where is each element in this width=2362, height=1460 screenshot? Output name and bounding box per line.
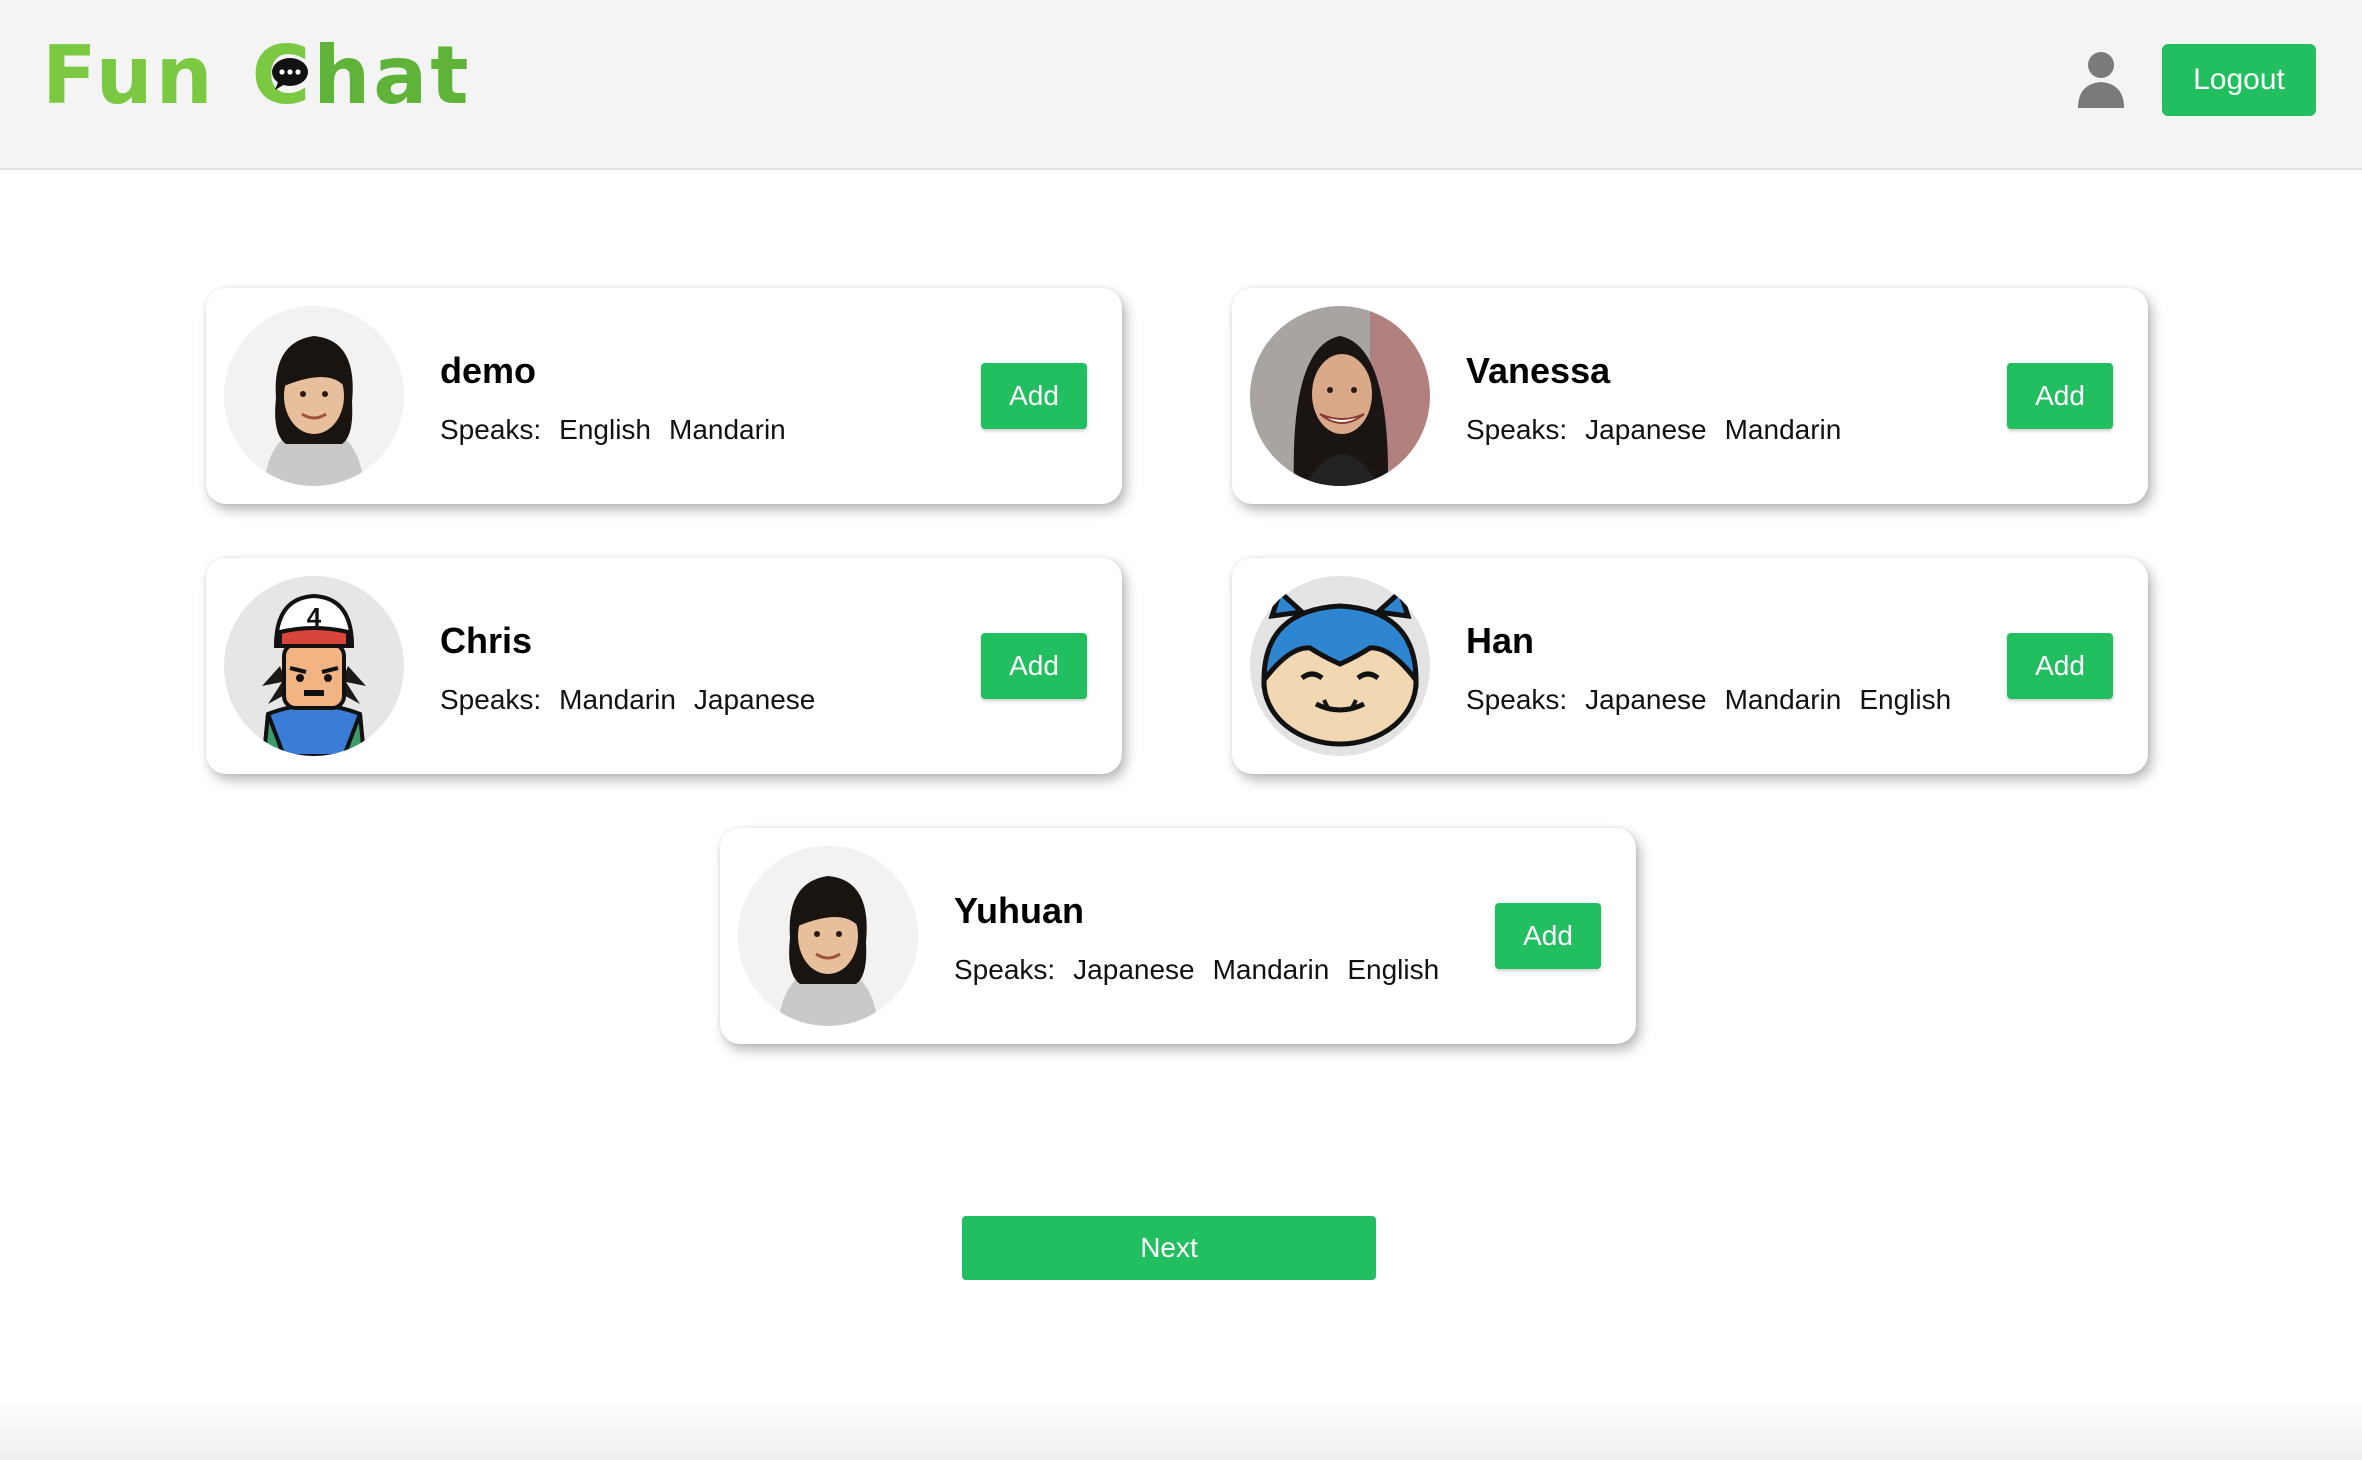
language-tag: Mandarin: [1724, 684, 1842, 715]
user-name: Yuhuan: [954, 890, 1085, 931]
add-friend-button[interactable]: Add: [1495, 903, 1601, 969]
logout-button[interactable]: Logout: [2162, 44, 2316, 116]
add-friend-button[interactable]: Add: [981, 363, 1087, 429]
languages-row: Speaks: Japanese Mandarin English: [954, 954, 1457, 986]
language-tag: Japanese: [1073, 954, 1195, 985]
user-card-vanessa: Vanessa Speaks: Japanese Mandarin Add: [1232, 288, 2148, 504]
language-tag: English: [1859, 684, 1952, 715]
user-name: demo: [440, 350, 537, 391]
language-tag: Mandarin: [559, 684, 676, 715]
fun-chat-logo[interactable]: Fun C hat: [42, 36, 471, 116]
svg-text:4: 4: [307, 602, 322, 632]
language-tag: Mandarin: [669, 414, 786, 445]
logo-letter-c: C: [252, 36, 314, 116]
language-tag: Japanese: [1585, 414, 1707, 445]
logo-text-fun: Fun: [42, 29, 216, 122]
woman-smiling-photo-image: [1250, 306, 1430, 486]
user-name: Vanessa: [1466, 350, 1611, 391]
avatar: [1250, 306, 1430, 486]
cartoon-trainer-image: 4: [224, 576, 404, 756]
next-button[interactable]: Next: [962, 1216, 1376, 1280]
chat-bubble-icon: [271, 58, 308, 90]
avatar: [224, 306, 404, 486]
language-tag: English: [559, 414, 652, 445]
top-header: Fun C hat Logout: [0, 0, 2362, 170]
logo-text-hat: hat: [313, 29, 472, 122]
cartoon-blue-creature-image: [1250, 576, 1430, 756]
speaks-label: Speaks:: [1466, 684, 1568, 715]
speaks-label: Speaks:: [440, 414, 542, 445]
avatar: [1250, 576, 1430, 756]
add-friend-button[interactable]: Add: [2007, 633, 2113, 699]
user-name: Han: [1466, 620, 1535, 661]
add-friend-button[interactable]: Add: [2007, 363, 2113, 429]
speaks-label: Speaks:: [440, 684, 542, 715]
user-card-yuhuan: Yuhuan Speaks: Japanese Mandarin English Add: [720, 828, 1636, 1044]
add-friend-button[interactable]: Add: [981, 633, 1087, 699]
speaks-label: Speaks:: [1466, 414, 1568, 445]
language-tag: English: [1347, 954, 1440, 985]
languages-row: Speaks: English Mandarin: [440, 414, 804, 446]
user-card-han: Han Speaks: Japanese Mandarin English Add: [1232, 558, 2148, 774]
user-name: Chris: [440, 620, 533, 661]
languages-row: Speaks: Japanese Mandarin English: [1466, 684, 1969, 716]
language-tag: Mandarin: [1724, 414, 1842, 445]
languages-row: Speaks: Japanese Mandarin: [1466, 414, 1859, 446]
bottom-fade: [0, 1400, 2362, 1460]
avatar: [738, 846, 918, 1026]
avatar: 4: [224, 576, 404, 756]
user-card-demo: demo Speaks: English Mandarin Add: [206, 288, 1122, 504]
woman-photo-image: [224, 306, 404, 486]
language-tag: Mandarin: [1212, 954, 1330, 985]
user-card-chris: 4 Chris Speaks: Mandarin Japanese Add: [206, 558, 1122, 774]
woman-photo-image: [738, 846, 918, 1026]
speaks-label: Speaks:: [954, 954, 1056, 985]
language-tag: Japanese: [1585, 684, 1707, 715]
language-tag: Japanese: [693, 684, 816, 715]
languages-row: Speaks: Mandarin Japanese: [440, 684, 833, 716]
user-icon[interactable]: [2076, 50, 2126, 110]
